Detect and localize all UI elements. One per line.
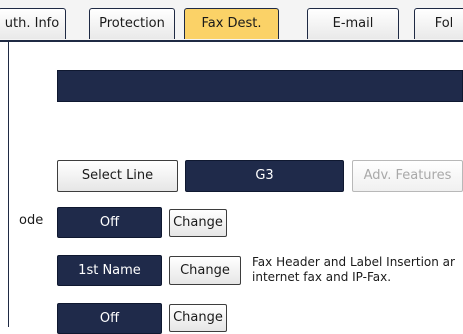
label-insertion-note-line2: internet fax and IP-Fax. [252, 270, 392, 284]
tab-email[interactable]: E-mail [307, 8, 399, 39]
name-value-display: 1st Name [57, 255, 162, 286]
fax-number-field[interactable] [57, 70, 463, 102]
third-value-display: Off [57, 303, 162, 334]
third-change-button[interactable]: Change [169, 304, 227, 332]
label-insertion-note-line1: Fax Header and Label Insertion ar [252, 255, 455, 269]
mode-value-display: Off [57, 207, 162, 238]
tab-auth-info[interactable]: uth. Info [0, 8, 66, 39]
tab-folder[interactable]: Fol [414, 8, 463, 39]
line-value-display: G3 [185, 160, 344, 192]
tab-fax-dest[interactable]: Fax Dest. [184, 8, 279, 39]
mode-change-button[interactable]: Change [169, 209, 227, 237]
select-line-button[interactable]: Select Line [57, 160, 178, 192]
name-change-button[interactable]: Change [169, 256, 241, 285]
left-divider [8, 40, 9, 327]
mode-label: ode [19, 213, 44, 228]
adv-features-button[interactable]: Adv. Features [352, 160, 463, 192]
tab-protection[interactable]: Protection [89, 8, 175, 39]
tab-bar: uth. Info Protection Fax Dest. E-mail Fo… [0, 0, 463, 42]
